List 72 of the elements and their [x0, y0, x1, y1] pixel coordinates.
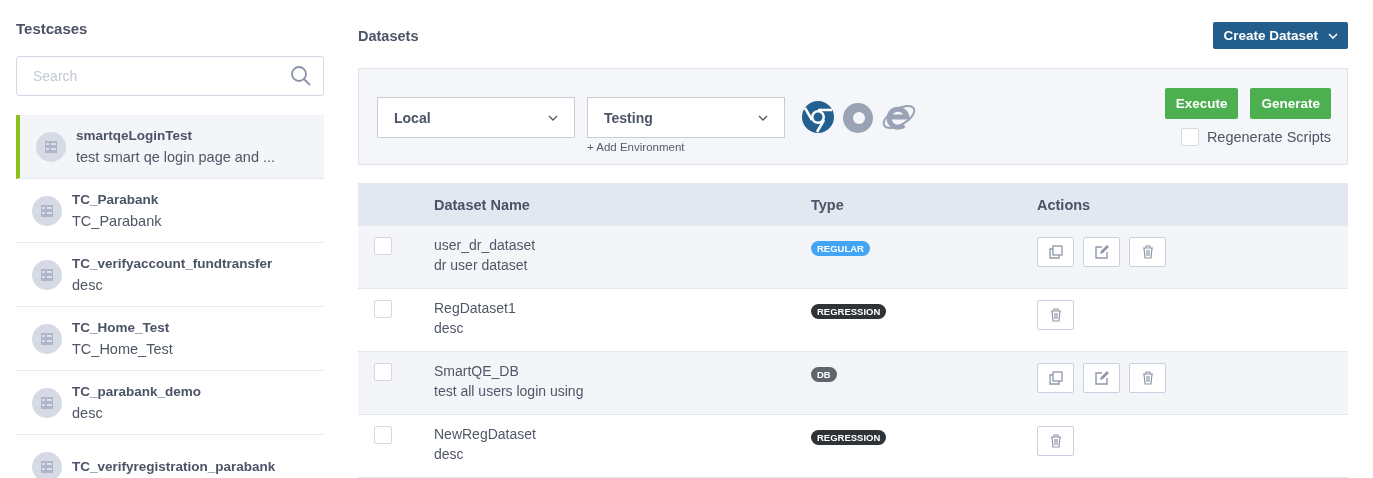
- dataset-name: user_dr_dataset: [434, 237, 537, 253]
- dataset-name: RegDataset1: [434, 300, 517, 316]
- list-icon: [32, 195, 62, 226]
- testcase-item[interactable]: smartqeLoginTest test smart qe login page and ...: [16, 115, 324, 179]
- column-header: Type: [811, 196, 845, 213]
- testcase-name: TC_verifyaccount_fundtransfer: [72, 256, 273, 271]
- testcase-item[interactable]: TC_parabank_demo desc: [16, 371, 324, 435]
- trash-icon: [1141, 245, 1154, 259]
- edit-button[interactable]: [1083, 237, 1120, 267]
- trash-icon: [1049, 308, 1062, 322]
- chrome-icon[interactable]: [801, 99, 835, 134]
- type-tag: REGRESSION: [811, 304, 887, 319]
- type-tag: REGRESSION: [811, 430, 887, 445]
- dataset-name: SmartQE_DB: [434, 363, 520, 379]
- search-icon[interactable]: [290, 65, 312, 87]
- testcase-description: desc: [72, 405, 104, 421]
- testcase-name: TC_Parabank: [72, 192, 160, 207]
- delete-button[interactable]: [1129, 237, 1166, 267]
- testcase-item[interactable]: TC_verifyregistration_parabank: [16, 435, 324, 478]
- row-checkbox[interactable]: [374, 300, 392, 318]
- testcase-description: TC_Parabank: [72, 213, 162, 229]
- trash-icon: [1141, 371, 1154, 385]
- create-dataset-button[interactable]: Create Dataset: [1213, 22, 1348, 49]
- checkbox-label: Regenerate Scripts: [1206, 128, 1331, 145]
- type-tag: DB: [811, 367, 837, 382]
- sidebar-title: Testcases: [16, 20, 89, 39]
- testcase-description: desc: [72, 277, 104, 293]
- list-icon: [36, 131, 66, 162]
- type-tag: REGULAR: [811, 241, 870, 256]
- dataset-description: test all users login using: [434, 383, 585, 399]
- copy-button[interactable]: [1037, 237, 1074, 267]
- dataset-description: dr user dataset: [434, 257, 529, 273]
- delete-button[interactable]: [1037, 426, 1074, 456]
- testcase-name: smartqeLoginTest: [76, 128, 193, 143]
- chevron-icon: [548, 114, 558, 121]
- column-header: Dataset Name: [434, 196, 531, 213]
- list-icon: [32, 387, 62, 418]
- dataset-name: NewRegDataset: [434, 426, 537, 442]
- list-icon: [32, 323, 62, 354]
- regenerate-checkbox[interactable]: [1180, 127, 1199, 146]
- environment-dropdown[interactable]: Testing: [587, 97, 785, 138]
- testcase-name: TC_verifyregistration_parabank: [72, 459, 276, 474]
- copy-icon: [1048, 371, 1063, 385]
- edit-icon: [1094, 371, 1109, 385]
- testcase-description: TC_Home_Test: [72, 341, 173, 357]
- list-icon: [32, 259, 62, 290]
- list-icon: [32, 451, 62, 478]
- edit-button[interactable]: [1083, 363, 1120, 393]
- trash-icon: [1049, 434, 1062, 448]
- copy-button[interactable]: [1037, 363, 1074, 393]
- dataset-description: desc: [434, 446, 465, 462]
- chevron-icon: [758, 114, 768, 121]
- testcase-name: TC_Home_Test: [72, 320, 171, 335]
- testcase-description: test smart qe login page and ...: [76, 149, 276, 165]
- dataset-description: desc: [434, 320, 465, 336]
- testcase-item[interactable]: TC_Home_Test TC_Home_Test: [16, 307, 324, 371]
- delete-button[interactable]: [1129, 363, 1166, 393]
- testcase-name: TC_parabank_demo: [72, 384, 202, 399]
- testcase-item[interactable]: TC_verifyaccount_fundtransfer desc: [16, 243, 324, 307]
- section-title: Datasets: [358, 27, 419, 44]
- row-checkbox[interactable]: [374, 237, 392, 255]
- copy-icon: [1048, 245, 1063, 259]
- caret-icon: [1328, 32, 1338, 39]
- row-checkbox[interactable]: [374, 426, 392, 444]
- edit-icon: [1094, 245, 1109, 259]
- search-field[interactable]: Search: [16, 56, 324, 96]
- add-environment-link[interactable]: + Add Environment: [587, 141, 685, 153]
- location-dropdown[interactable]: Local: [377, 97, 575, 138]
- column-header: Actions: [1037, 196, 1092, 213]
- delete-button[interactable]: [1037, 300, 1074, 330]
- row-checkbox[interactable]: [374, 363, 392, 381]
- testcase-item[interactable]: TC_Parabank TC_Parabank: [16, 179, 324, 243]
